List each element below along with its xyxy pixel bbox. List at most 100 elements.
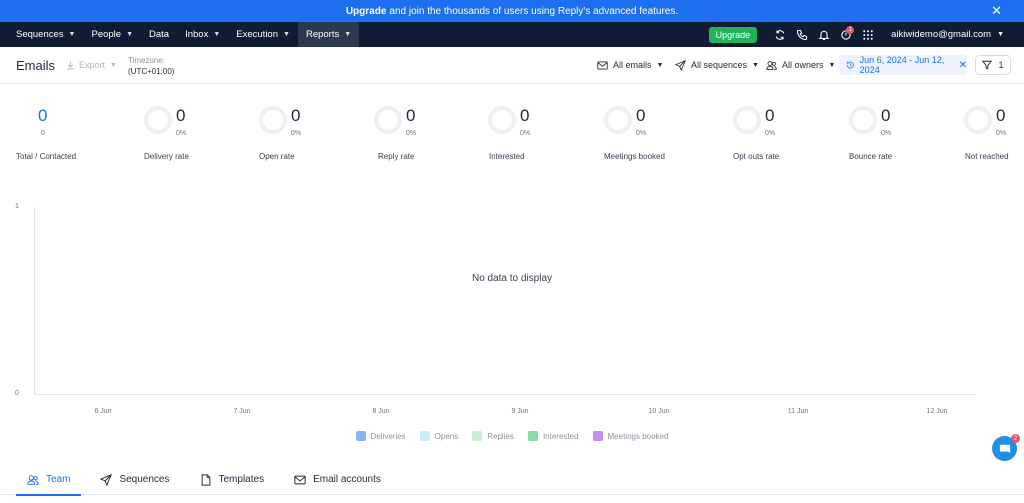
progress-ring xyxy=(604,106,632,134)
x-tick: 7 Jun xyxy=(233,408,251,415)
sequences-filter[interactable]: All sequences ▼ xyxy=(675,58,759,72)
stat-value: 0 xyxy=(996,106,1006,125)
clear-date-icon[interactable]: ✕ xyxy=(959,60,967,71)
chevron-down-icon[interactable]: ▼ xyxy=(997,31,1004,38)
emails-filter[interactable]: All emails ▼ xyxy=(597,58,663,72)
upgrade-button[interactable]: Upgrade xyxy=(708,26,758,43)
chevron-down-icon: ▼ xyxy=(68,31,76,38)
nav-item-people[interactable]: People ▼ xyxy=(83,22,141,47)
chevron-down-icon: ▼ xyxy=(283,31,290,38)
phone-icon[interactable] xyxy=(791,22,813,47)
nav-item-sequences[interactable]: Sequences ▼ xyxy=(0,22,83,47)
export-button[interactable]: Export ▼ xyxy=(66,60,117,70)
chat-launcher[interactable]: 2 xyxy=(992,434,1020,461)
progress-ring xyxy=(733,106,761,134)
x-axis-line xyxy=(34,394,976,395)
mail-icon xyxy=(597,61,608,69)
timezone: Timezone: (UTC+01:00) xyxy=(128,55,174,77)
tab-label: Email accounts xyxy=(313,474,381,485)
stat-value: 0 xyxy=(881,106,891,125)
stat-sub: 0% xyxy=(636,130,647,137)
legend-label: Deliveries xyxy=(370,431,406,441)
team-icon xyxy=(27,474,39,485)
stat-label: Reply rate xyxy=(378,152,415,161)
export-label: Export xyxy=(79,60,106,70)
chevron-down-icon: ▼ xyxy=(752,61,759,69)
stat-label: Meetings booked xyxy=(604,152,665,161)
x-tick: 9 Jun xyxy=(511,408,529,415)
user-menu[interactable]: aikiwidemo@gmail.com xyxy=(891,29,991,40)
emails-chart: 1 0 6 Jun 7 Jun 8 Jun 9 Jun 10 Jun 11 Ju… xyxy=(0,195,1024,441)
stat-sub: 0% xyxy=(291,130,302,137)
legend-item-deliveries[interactable]: Deliveries xyxy=(355,431,406,441)
tab-email-accounts[interactable]: Email accounts xyxy=(283,465,392,495)
send-icon xyxy=(675,59,686,71)
empty-chart-message: No data to display xyxy=(471,273,553,284)
x-tick: 10 Jun xyxy=(648,408,670,415)
timezone-value: (UTC+01:00) xyxy=(128,67,175,76)
report-tabs: Team Sequences Templates Email accounts xyxy=(0,465,1024,496)
y-tick: 0 xyxy=(15,390,19,397)
stat-value: 0 xyxy=(176,106,186,125)
legend-item-replies[interactable]: Replies xyxy=(472,431,514,441)
chevron-down-icon: ▼ xyxy=(213,31,221,38)
stat-value: 0 xyxy=(38,106,48,125)
legend-swatch xyxy=(419,431,430,441)
owners-filter-label: All owners xyxy=(782,60,824,70)
apps-grid-icon[interactable] xyxy=(857,22,879,47)
x-tick: 6 Jun xyxy=(94,408,112,415)
progress-ring xyxy=(849,106,877,134)
banner-close-icon[interactable]: ✕ xyxy=(991,3,1002,19)
chat-badge: 2 xyxy=(1011,434,1020,443)
tab-label: Sequences xyxy=(119,474,170,485)
bell-icon[interactable] xyxy=(813,22,835,47)
owners-filter[interactable]: All owners ▼ xyxy=(766,58,835,72)
stat-sub: 0% xyxy=(520,130,531,137)
stat-sub: 0% xyxy=(176,130,187,137)
report-toolbar: Emails Export ▼ Timezone: (UTC+01:00) Al… xyxy=(0,47,1024,84)
tab-label: Team xyxy=(46,474,71,485)
mail-icon xyxy=(294,475,306,484)
notification-icon[interactable]: 1 xyxy=(835,22,857,47)
legend-label: Interested xyxy=(542,431,579,441)
stat-sub: 0% xyxy=(996,130,1007,137)
filter-button[interactable]: 1 xyxy=(975,55,1011,75)
legend-label: Meetings booked xyxy=(607,431,669,441)
legend-swatch xyxy=(472,431,483,441)
stat-label: Interested xyxy=(489,152,525,161)
y-axis-line xyxy=(34,207,35,395)
nav-item-inbox[interactable]: Inbox ▼ xyxy=(177,22,228,47)
nav-item-execution[interactable]: Execution ▼ xyxy=(228,22,298,47)
nav-item-label: People xyxy=(91,29,122,40)
nav-item-data[interactable]: Data xyxy=(141,22,177,47)
tab-templates[interactable]: Templates xyxy=(189,465,276,495)
tab-sequences[interactable]: Sequences xyxy=(89,465,180,495)
stat-value: 0 xyxy=(520,106,530,125)
filter-icon xyxy=(982,60,993,70)
chevron-down-icon: ▼ xyxy=(110,61,117,69)
banner-upgrade-link[interactable]: Upgrade xyxy=(346,6,387,17)
stat-sub: 0% xyxy=(765,130,776,137)
history-icon xyxy=(846,61,854,69)
legend-item-interested[interactable]: Interested xyxy=(527,431,579,441)
chart-legend: Deliveries Opens Replies Interested Meet… xyxy=(0,431,1024,441)
legend-item-meetings-booked[interactable]: Meetings booked xyxy=(592,431,669,441)
nav-item-label: Sequences xyxy=(16,29,64,40)
stat-value: 0 xyxy=(406,106,416,125)
stat-label: Delivery rate xyxy=(144,152,189,161)
progress-ring xyxy=(964,106,992,134)
date-range-value: Jun 6, 2024 - Jun 12, 2024 xyxy=(859,55,945,75)
progress-ring xyxy=(488,106,516,134)
x-tick: 8 Jun xyxy=(372,408,390,415)
legend-item-opens[interactable]: Opens xyxy=(419,431,458,441)
date-range-picker[interactable]: Jun 6, 2024 - Jun 12, 2024 ✕ xyxy=(839,55,967,75)
nav-right: Upgrade 1 aikiwidemo@gmail.com ▼ xyxy=(708,22,1024,47)
tab-team[interactable]: Team xyxy=(16,465,82,496)
nav-item-label: Reports xyxy=(305,29,340,40)
upgrade-banner: Upgrade and join the thousands of users … xyxy=(0,0,1024,22)
nav-item-reports[interactable]: Reports ▼ xyxy=(297,22,360,47)
nav-item-label: Inbox xyxy=(185,29,209,40)
sync-icon[interactable] xyxy=(769,22,791,47)
document-icon xyxy=(201,473,210,486)
legend-swatch xyxy=(527,431,538,441)
